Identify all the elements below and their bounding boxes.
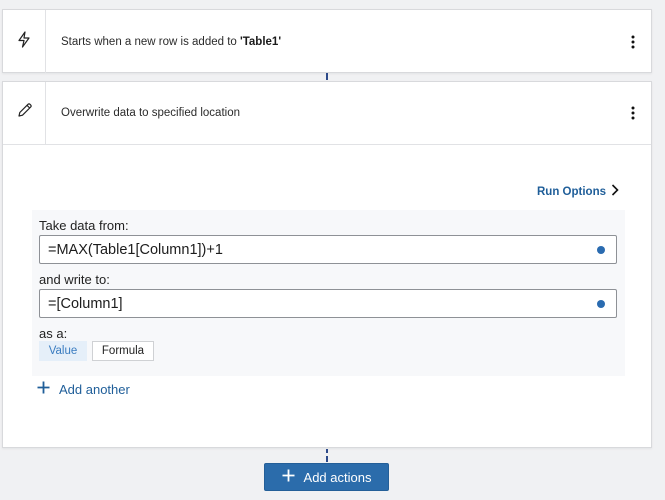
add-actions-button[interactable]: Add actions [264, 463, 389, 491]
trigger-card-header[interactable]: Starts when a new row is added to 'Table… [3, 10, 651, 73]
take-data-label: Take data from: [39, 218, 129, 233]
action-more-button[interactable] [618, 98, 648, 128]
run-options-label: Run Options [537, 185, 606, 198]
pencil-icon [16, 102, 33, 124]
dynamic-content-dot-icon[interactable] [597, 246, 605, 254]
add-actions-label: Add actions [303, 469, 372, 485]
connector-line [326, 73, 328, 80]
parameters-panel: Take data from: =MAX(Table1[Column1])+1 … [32, 210, 625, 376]
write-to-input[interactable]: =[Column1] [39, 289, 617, 318]
chevron-right-icon [611, 184, 619, 199]
more-vertical-icon [631, 35, 635, 49]
plus-icon [282, 469, 295, 485]
mode-formula-option[interactable]: Formula [92, 341, 154, 361]
trigger-table-name: 'Table1' [240, 35, 282, 48]
dynamic-content-dot-icon[interactable] [597, 300, 605, 308]
connector-line [326, 449, 328, 453]
run-options-link[interactable]: Run Options [537, 184, 619, 199]
action-card: Overwrite data to specified location Run… [2, 81, 652, 448]
mode-value-option[interactable]: Value [39, 341, 87, 361]
action-icon-column [3, 82, 46, 144]
write-to-label: and write to: [39, 272, 110, 287]
take-data-value: =MAX(Table1[Column1])+1 [48, 241, 223, 258]
add-another-link[interactable]: Add another [37, 381, 130, 397]
action-card-header[interactable]: Overwrite data to specified location [3, 82, 651, 145]
trigger-description: Starts when a new row is added to 'Table… [46, 36, 618, 48]
action-title: Overwrite data to specified location [61, 107, 240, 119]
write-to-value: =[Column1] [48, 295, 123, 312]
add-another-label: Add another [59, 381, 130, 397]
as-a-label: as a: [39, 326, 68, 341]
connector-line [326, 456, 328, 462]
trigger-card[interactable]: Starts when a new row is added to 'Table… [2, 9, 652, 73]
plus-icon [37, 381, 50, 397]
more-vertical-icon [631, 106, 635, 120]
trigger-more-button[interactable] [618, 27, 648, 57]
trigger-icon-column [3, 10, 46, 73]
trigger-text: Starts when a new row is added to [61, 35, 240, 48]
lightning-icon [17, 30, 31, 53]
take-data-input[interactable]: =MAX(Table1[Column1])+1 [39, 235, 617, 264]
